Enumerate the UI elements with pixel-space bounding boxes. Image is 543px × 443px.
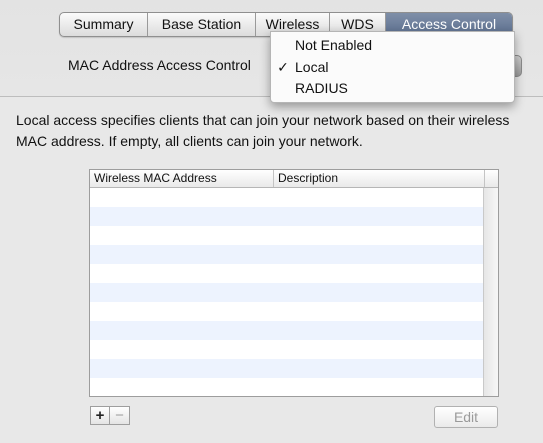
table-row[interactable]: [90, 378, 483, 396]
access-description: Local access specifies clients that can …: [16, 112, 510, 149]
menu-item-label: Local: [295, 59, 329, 75]
menu-item-not-enabled[interactable]: Not Enabled: [271, 35, 514, 55]
column-header-corner: [485, 170, 498, 187]
edit-button[interactable]: Edit: [434, 406, 498, 428]
table-row[interactable]: [90, 207, 483, 226]
add-button[interactable]: +: [90, 406, 110, 425]
menu-item-label: Not Enabled: [295, 37, 373, 53]
remove-button[interactable]: −: [110, 406, 130, 425]
menu-item-label: RADIUS: [295, 80, 348, 96]
menu-item-radius[interactable]: RADIUS: [271, 78, 514, 98]
column-header-description[interactable]: Description: [274, 170, 485, 187]
table-row[interactable]: [90, 340, 483, 359]
access-control-pane: Summary Base Station Wireless WDS Access…: [0, 0, 543, 443]
checkmark-icon: ✓: [277, 59, 289, 75]
mac-address-table[interactable]: Wireless MAC Address Description: [89, 169, 499, 397]
tab-summary[interactable]: Summary: [60, 13, 148, 36]
access-control-menu: Not Enabled ✓ Local RADIUS: [270, 31, 515, 103]
mac-access-control-label: MAC Address Access Control: [68, 57, 251, 73]
table-header: Wireless MAC Address Description: [90, 170, 498, 188]
table-scrollbar[interactable]: [483, 188, 498, 396]
column-header-mac[interactable]: Wireless MAC Address: [90, 170, 274, 187]
table-body: [90, 188, 483, 396]
table-row[interactable]: [90, 226, 483, 245]
table-row[interactable]: [90, 302, 483, 321]
table-row[interactable]: [90, 245, 483, 264]
menu-item-local[interactable]: ✓ Local: [271, 57, 514, 77]
table-row[interactable]: [90, 264, 483, 283]
tab-base-station[interactable]: Base Station: [148, 13, 256, 36]
table-row[interactable]: [90, 283, 483, 302]
table-row[interactable]: [90, 321, 483, 340]
add-remove-controls: + −: [90, 406, 130, 425]
table-row[interactable]: [90, 359, 483, 378]
table-row[interactable]: [90, 188, 483, 207]
